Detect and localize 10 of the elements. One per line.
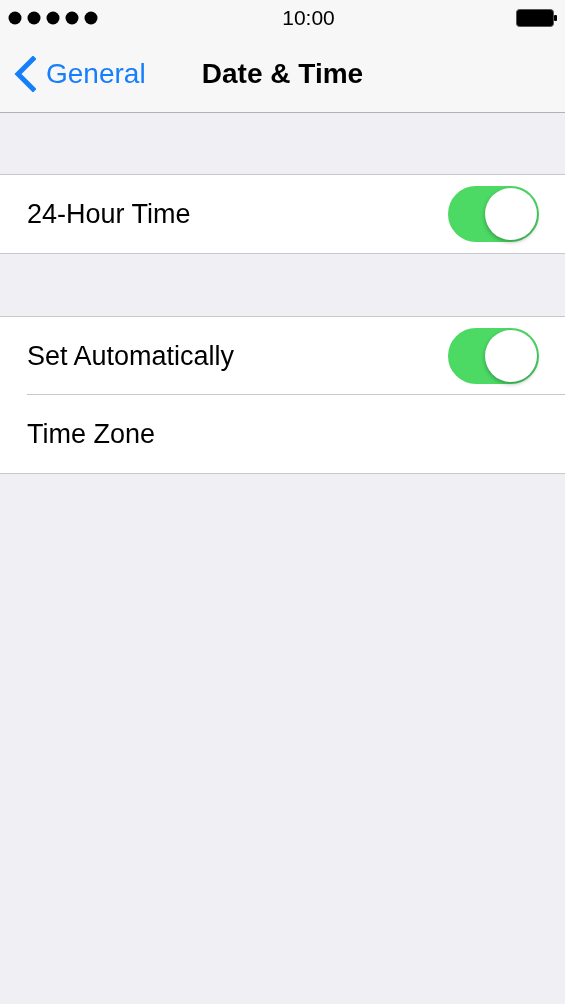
toggle-switch[interactable]: [448, 186, 539, 242]
back-button[interactable]: General: [0, 53, 146, 95]
clock-time: 10:00: [282, 5, 335, 32]
toggle-switch[interactable]: [448, 328, 539, 384]
page-title: Date & Time: [201, 57, 364, 91]
chevron-left-icon: [14, 56, 36, 92]
battery-icon: [516, 9, 557, 27]
setting-item[interactable]: Time Zone: [27, 413, 156, 455]
setting-label: 24-Hour Time: [27, 197, 191, 231]
setting-label: Set Automatically: [27, 339, 235, 373]
